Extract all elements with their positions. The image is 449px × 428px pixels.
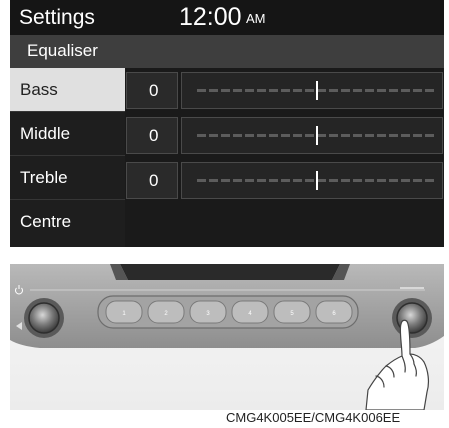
eq-track-dash	[353, 89, 362, 92]
eq-track-dash	[329, 179, 338, 182]
head-unit-console: 1 2 3 4 5 6	[10, 264, 444, 410]
eq-track-dash	[257, 134, 266, 137]
eq-track-dash	[257, 89, 266, 92]
eq-track-dash	[377, 134, 386, 137]
eq-track-dash	[401, 134, 410, 137]
eq-track-dash	[365, 134, 374, 137]
eq-track-dash	[305, 179, 314, 182]
eq-slider-track	[197, 171, 437, 190]
sidebar-item-label: Bass	[20, 80, 58, 99]
eq-track-dash	[269, 179, 278, 182]
sidebar-item-label: Centre	[20, 212, 72, 231]
eq-track-dash	[245, 89, 254, 92]
eq-track-dash	[293, 134, 302, 137]
eq-track-dash	[413, 134, 422, 137]
eq-track-dash	[389, 134, 398, 137]
eq-track-dash	[425, 179, 434, 182]
eq-slider-middle[interactable]	[181, 117, 443, 154]
sidebar-item-label: Treble	[20, 168, 68, 187]
eq-slider-marker[interactable]	[316, 171, 318, 190]
sidebar-item-label: Middle	[20, 124, 71, 143]
eq-track-dash	[269, 134, 278, 137]
eq-slider-bass[interactable]	[181, 72, 443, 109]
eq-track-dash	[341, 134, 350, 137]
eq-slider-treble[interactable]	[181, 162, 443, 199]
eq-track-dash	[389, 179, 398, 182]
eq-track-dash	[329, 89, 338, 92]
eq-track-dash	[341, 89, 350, 92]
eq-track-dash	[221, 134, 230, 137]
eq-track-dash	[365, 89, 374, 92]
eq-track-dash	[209, 134, 218, 137]
screen-bezel	[120, 264, 340, 280]
sidebar-item-centre[interactable]: Centre	[10, 200, 125, 247]
sidebar-item-treble[interactable]: Treble	[10, 156, 125, 200]
eq-track-dash	[389, 89, 398, 92]
eq-track-dash	[221, 179, 230, 182]
eq-track-dash	[401, 89, 410, 92]
eq-track-dash	[233, 89, 242, 92]
eq-track-dash	[293, 89, 302, 92]
eq-slider-marker[interactable]	[316, 126, 318, 145]
eq-track-dash	[281, 179, 290, 182]
eq-track-dash	[413, 89, 422, 92]
eq-track-dash	[329, 134, 338, 137]
eq-track-dash	[233, 134, 242, 137]
eq-track-dash	[257, 179, 266, 182]
eq-track-dash	[281, 89, 290, 92]
infotainment-screen: Settings 12:00 AM Equaliser Bass Middle …	[10, 0, 444, 247]
eq-track-dash	[281, 134, 290, 137]
eq-track-dash	[305, 134, 314, 137]
eq-track-dash	[377, 179, 386, 182]
eq-track-dash	[269, 89, 278, 92]
page-title: Settings	[19, 6, 95, 29]
eq-track-dash	[245, 134, 254, 137]
eq-track-dash	[197, 134, 206, 137]
eq-row-treble: 0	[126, 162, 443, 200]
eq-track-dash	[413, 179, 422, 182]
section-header: Equaliser	[10, 35, 444, 68]
equaliser-sidebar: Bass Middle Treble Centre	[10, 68, 125, 247]
eq-track-dash	[365, 179, 374, 182]
status-bar: Settings 12:00 AM	[10, 0, 444, 35]
eq-track-dash	[353, 134, 362, 137]
eq-value-display: 0	[126, 117, 178, 154]
eq-slider-track	[197, 81, 437, 100]
eq-track-dash	[317, 179, 326, 182]
eq-slider-marker[interactable]	[316, 81, 318, 100]
eq-track-dash	[197, 89, 206, 92]
sidebar-item-middle[interactable]: Middle	[10, 112, 125, 156]
eq-slider-track	[197, 126, 437, 145]
eq-track-dash	[341, 179, 350, 182]
eq-row-middle: 0	[126, 117, 443, 155]
eq-track-dash	[305, 89, 314, 92]
eq-track-dash	[425, 89, 434, 92]
eq-track-dash	[317, 89, 326, 92]
clock-time: 12:00	[179, 3, 242, 31]
eq-track-dash	[353, 179, 362, 182]
figure-caption: CMG4K005EE/CMG4K006EE	[226, 410, 401, 425]
eq-value-display: 0	[126, 72, 178, 109]
eq-track-dash	[221, 89, 230, 92]
eq-value: 0	[149, 126, 159, 145]
eq-track-dash	[401, 179, 410, 182]
eq-value: 0	[149, 81, 159, 100]
eq-track-dash	[425, 134, 434, 137]
sidebar-item-bass[interactable]: Bass	[10, 68, 125, 112]
eq-track-dash	[317, 134, 326, 137]
eq-track-dash	[197, 179, 206, 182]
eq-track-dash	[209, 89, 218, 92]
section-title: Equaliser	[27, 41, 98, 60]
eq-track-dash	[377, 89, 386, 92]
eq-value-display: 0	[126, 162, 178, 199]
eq-track-dash	[293, 179, 302, 182]
eq-track-dash	[209, 179, 218, 182]
eq-value: 0	[149, 171, 159, 190]
eq-track-dash	[233, 179, 242, 182]
eq-track-dash	[245, 179, 254, 182]
eq-row-bass: 0	[126, 72, 443, 110]
clock-ampm: AM	[246, 11, 266, 26]
